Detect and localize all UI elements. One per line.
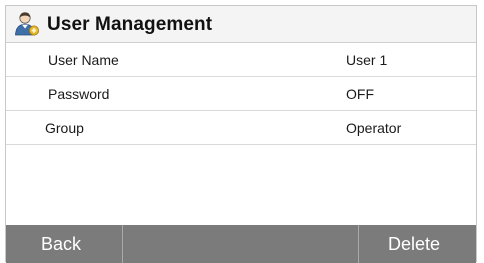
field-row-password[interactable]: Password OFF <box>6 77 476 111</box>
delete-button[interactable]: Delete <box>359 225 476 263</box>
field-value: User 1 <box>346 52 388 68</box>
field-value: Operator <box>346 120 402 136</box>
field-row-group[interactable]: Group Operator <box>6 111 476 145</box>
footer-bar: Back Delete <box>6 225 476 263</box>
user-management-screen: User Management User Name User 1 Passwor… <box>5 5 477 263</box>
empty-softkey <box>123 225 359 263</box>
page-title: User Management <box>47 14 213 35</box>
field-row-user-name[interactable]: User Name User 1 <box>6 43 476 77</box>
back-button[interactable]: Back <box>6 225 123 263</box>
field-label: Group <box>45 120 84 136</box>
title-bar: User Management <box>6 6 476 43</box>
field-value: OFF <box>346 86 374 102</box>
field-label: User Name <box>48 52 119 68</box>
user-admin-icon <box>14 11 40 37</box>
field-label: Password <box>48 86 110 102</box>
